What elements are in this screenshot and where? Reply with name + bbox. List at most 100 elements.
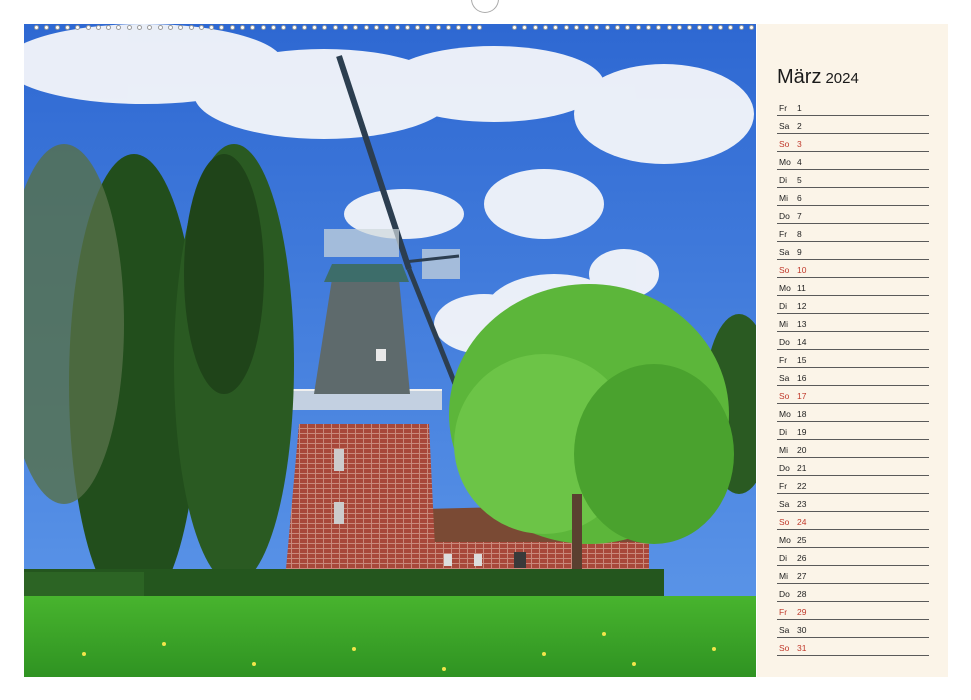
- day-row: Di 12: [777, 296, 929, 314]
- binding-hole: [656, 25, 662, 30]
- day-number: 15: [797, 355, 807, 365]
- binding-hole: [522, 25, 528, 30]
- weekday-label: Fr: [779, 229, 788, 239]
- binding-hole: [332, 25, 338, 30]
- day-number: 3: [797, 139, 802, 149]
- day-number: 4: [797, 157, 802, 167]
- binding-hole: [167, 25, 173, 30]
- weekday-label: Di: [779, 301, 788, 311]
- day-row: So 17: [777, 386, 929, 404]
- day-row: Di 26: [777, 548, 929, 566]
- windmill-landscape-image: [24, 24, 756, 677]
- day-row: Sa 30: [777, 620, 929, 638]
- binding-hole: [373, 25, 379, 30]
- binding-hole: [594, 25, 600, 30]
- day-row: So 3: [777, 134, 929, 152]
- weekday-label: Fr: [779, 481, 788, 491]
- day-number: 27: [797, 571, 807, 581]
- day-number: 19: [797, 427, 807, 437]
- binding-hole: [301, 25, 307, 30]
- day-row: Fr 8: [777, 224, 929, 242]
- binding-hole: [635, 25, 641, 30]
- day-row: Do 21: [777, 458, 929, 476]
- day-row: Sa 23: [777, 494, 929, 512]
- weekday-label: Mo: [779, 535, 791, 545]
- binding-hole: [718, 25, 723, 30]
- day-list: Fr 1 Sa 2 So 3 Mo 4 Di 5 Mi 6 Do 7 Fr 8 Sa 9 So 10 Mo 11 Di 12 M…: [777, 98, 929, 656]
- day-number: 10: [797, 265, 807, 275]
- hanger-hole: [471, 0, 499, 13]
- day-row: Sa 9: [777, 242, 929, 260]
- binding-hole: [615, 25, 620, 30]
- day-number: 6: [797, 193, 802, 203]
- binding-hole: [240, 25, 245, 30]
- month-title: März 2024: [777, 66, 859, 89]
- day-number: 2: [797, 121, 802, 131]
- binding-hole: [178, 25, 184, 30]
- binding-hole: [157, 25, 163, 30]
- binding-hole: [404, 25, 410, 30]
- weekday-label: Di: [779, 427, 788, 437]
- day-row: Mi 13: [777, 314, 929, 332]
- binding-hole: [250, 25, 256, 30]
- weekday-label: Do: [779, 211, 790, 221]
- binding-hole: [512, 25, 517, 30]
- binding-hole: [466, 25, 472, 30]
- binding-hole: [476, 25, 482, 30]
- binding-hole: [44, 25, 50, 30]
- binding-hole: [697, 25, 703, 30]
- day-row: Fr 15: [777, 350, 929, 368]
- day-row: Mo 11: [777, 278, 929, 296]
- day-row: Mi 20: [777, 440, 929, 458]
- day-row: So 10: [777, 260, 929, 278]
- day-number: 25: [797, 535, 807, 545]
- binding-hole: [34, 25, 39, 30]
- weekday-label: So: [779, 643, 790, 653]
- binding-hole: [435, 25, 441, 30]
- weekday-label: Sa: [779, 499, 790, 509]
- day-row: So 24: [777, 512, 929, 530]
- day-number: 5: [797, 175, 802, 185]
- binding-hole: [106, 25, 112, 30]
- weekday-label: Sa: [779, 373, 790, 383]
- day-number: 31: [797, 643, 807, 653]
- day-row: Mo 25: [777, 530, 929, 548]
- binding-hole: [666, 25, 672, 30]
- binding-hole: [728, 25, 734, 30]
- binding-hole: [281, 25, 287, 30]
- weekday-label: Mi: [779, 445, 788, 455]
- weekday-label: Fr: [779, 355, 788, 365]
- calendar-page: März 2024 Fr 1 Sa 2 So 3 Mo 4 Di 5 Mi 6 Do 7 Fr 8 Sa 9 So 10…: [0, 0, 971, 700]
- day-number: 12: [797, 301, 807, 311]
- day-number: 9: [797, 247, 802, 257]
- weekday-label: Fr: [779, 607, 788, 617]
- day-number: 16: [797, 373, 807, 383]
- binding-hole: [707, 25, 713, 30]
- day-number: 30: [797, 625, 807, 635]
- binding-hole: [687, 25, 693, 30]
- binding-hole: [312, 25, 318, 30]
- binding-hole: [54, 25, 60, 30]
- day-number: 1: [797, 103, 802, 113]
- binding-hole: [553, 25, 559, 30]
- binding-hole: [625, 25, 631, 30]
- binding-hole: [363, 25, 369, 30]
- binding-hole: [270, 25, 276, 30]
- day-number: 26: [797, 553, 807, 563]
- weekday-label: Mo: [779, 283, 791, 293]
- day-row: Mi 27: [777, 566, 929, 584]
- day-number: 13: [797, 319, 807, 329]
- weekday-label: Mo: [779, 157, 791, 167]
- day-row: Fr 22: [777, 476, 929, 494]
- day-number: 23: [797, 499, 807, 509]
- day-row: Di 5: [777, 170, 929, 188]
- binding-hole: [542, 25, 548, 30]
- binding-hole: [563, 25, 569, 30]
- binding-hole: [394, 25, 400, 30]
- binding-hole: [209, 25, 215, 30]
- day-row: Mo 18: [777, 404, 929, 422]
- day-row: Di 19: [777, 422, 929, 440]
- weekday-label: So: [779, 517, 790, 527]
- month-name: März: [777, 66, 822, 88]
- binding-hole: [425, 25, 431, 30]
